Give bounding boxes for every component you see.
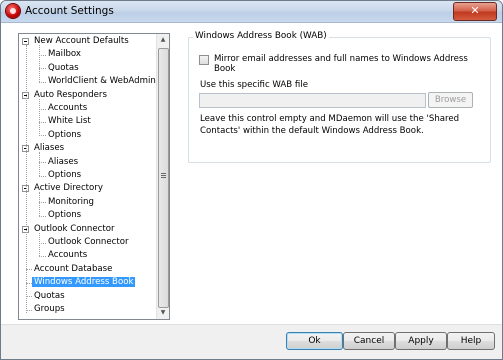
tree-item-label: Groups — [34, 304, 65, 314]
tree-category[interactable]: New Account Defaults — [34, 35, 129, 48]
tree-connector — [39, 192, 40, 217]
tree-item[interactable]: Monitoring — [48, 196, 94, 209]
tree-item-label: Active Directory — [34, 183, 103, 194]
tree-connector — [39, 232, 40, 257]
tree-item[interactable]: Quotas — [48, 62, 79, 75]
tree-item-label: Outlook Connector — [34, 223, 115, 234]
collapse-icon[interactable] — [22, 38, 29, 45]
tree-connector — [39, 68, 46, 70]
tree-category[interactable]: Account Database — [34, 263, 112, 276]
tree-connector — [39, 54, 46, 56]
tree-category[interactable]: Groups — [34, 303, 65, 316]
tree-category[interactable]: Windows Address Book — [32, 276, 136, 289]
window-title: Account Settings — [25, 5, 114, 17]
tree-item[interactable]: Accounts — [48, 102, 87, 115]
tree-item[interactable]: White List — [48, 115, 91, 128]
tree-item-label: Account Database — [34, 263, 113, 274]
tree-item-label: Aliases — [48, 156, 79, 167]
grip-icon — [161, 173, 166, 179]
browse-button[interactable]: Browse — [428, 92, 473, 108]
tree-item[interactable]: Mailbox — [48, 48, 81, 61]
tree-category[interactable]: Auto Responders — [34, 89, 107, 102]
tree-item-label: Windows Address Book — [32, 277, 136, 288]
tree-item[interactable]: Options — [48, 129, 81, 142]
scroll-up-icon[interactable]: ▲ — [157, 34, 169, 46]
mirror-checkbox-label[interactable]: Mirror email addresses and full names to… — [214, 54, 490, 74]
tree-item-label: Quotas — [48, 62, 79, 73]
tree-item-label: New Account Defaults — [34, 36, 129, 46]
tree-item-label: Accounts — [48, 103, 88, 113]
scroll-thumb[interactable] — [158, 48, 169, 308]
tree-connector — [39, 135, 46, 137]
tree-item-label: Outlook Connector — [48, 237, 129, 247]
tree-item[interactable]: Outlook Connector — [48, 236, 129, 249]
tree-connector — [39, 175, 46, 177]
tree-item[interactable]: Aliases — [48, 156, 78, 169]
tree-connector — [39, 81, 46, 83]
wab-help-text: Leave this control empty and MDaemon wil… — [200, 114, 460, 136]
settings-tree[interactable]: New Account Defaults Mailbox Quotas WorldCl… — [18, 33, 170, 320]
tree-category[interactable]: Active Directory — [34, 182, 103, 195]
wab-file-input[interactable] — [199, 93, 426, 108]
title-bar: Account Settings ✕ — [1, 1, 502, 23]
tree-item-label: Accounts — [48, 250, 88, 261]
tree-connector — [39, 162, 46, 164]
account-settings-window: Account Settings ✕ New Account Defaults M… — [0, 0, 503, 360]
tree-item-label: Mailbox — [48, 49, 81, 60]
tree-connector — [39, 121, 46, 123]
tree-connector — [39, 215, 46, 217]
tree-connector — [39, 202, 46, 204]
tree-connector — [39, 98, 40, 136]
tree-category[interactable]: Outlook Connector — [34, 223, 115, 236]
content-area: New Account Defaults Mailbox Quotas WorldCl… — [1, 23, 502, 359]
tree-connector — [39, 152, 40, 176]
tree-item-label: Auto Responders — [34, 89, 107, 100]
tree-item-label: White List — [48, 116, 91, 127]
tree-item[interactable]: Options — [48, 169, 81, 182]
tree-item-label: WorldClient & WebAdmin — [48, 76, 156, 87]
tree-item-label: Quotas — [34, 290, 65, 301]
tree-item-label: Options — [48, 210, 82, 221]
mdaemon-logo-icon — [6, 4, 20, 18]
wab-file-label: Use this specific WAB file — [200, 80, 309, 90]
apply-button[interactable]: Apply — [395, 332, 447, 350]
tree-item[interactable]: WorldClient & WebAdmin — [48, 75, 156, 88]
help-button[interactable]: Help — [447, 332, 495, 350]
tree-scrollbar[interactable]: ▲ ▼ — [156, 34, 169, 319]
tree-connector — [39, 45, 40, 83]
mirror-checkbox[interactable] — [199, 55, 209, 65]
tree-item-label: Options — [48, 170, 82, 180]
tree-item[interactable]: Options — [48, 209, 81, 222]
dialog-button-bar: Ok Cancel Apply Help — [1, 324, 502, 359]
tree-item-label: Options — [48, 129, 82, 140]
scroll-down-icon[interactable]: ▼ — [157, 307, 169, 319]
tree-connector — [39, 242, 46, 244]
tree-item[interactable]: Accounts — [48, 249, 87, 262]
tree-connector — [26, 45, 27, 313]
tree-item-label: Monitoring — [48, 196, 94, 207]
close-button[interactable]: ✕ — [453, 2, 497, 21]
tree-category[interactable]: Quotas — [34, 290, 65, 303]
ok-button[interactable]: Ok — [286, 332, 343, 350]
cancel-button[interactable]: Cancel — [343, 332, 395, 350]
wab-group: Windows Address Book (WAB) Mirror email … — [188, 31, 491, 163]
wab-group-title: Windows Address Book (WAB) — [193, 31, 329, 41]
tree-connector — [39, 255, 46, 257]
tree-connector — [39, 108, 46, 110]
